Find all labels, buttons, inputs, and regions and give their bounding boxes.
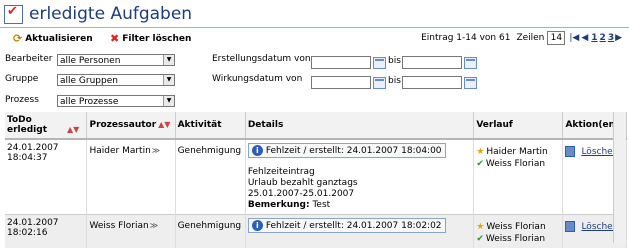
rows-label: Zeilen [516, 33, 544, 43]
details-header-label: Details [248, 120, 283, 130]
column-header-verlauf: Verlauf [474, 112, 563, 139]
detail-title: Fehlzeit / erstellt: 24.01.2007 18:04:00 [266, 146, 442, 156]
verlauf-header-label: Verlauf [476, 120, 513, 130]
autor-cell: Haider Martin≫ [87, 139, 175, 215]
detail-title: Fehlzeit / erstellt: 24.01.2007 18:02:02 [266, 221, 442, 231]
todo-time: 18:02:16 [7, 228, 84, 238]
sort-icon[interactable]: ▲▼ [67, 125, 79, 134]
todo-cell: 24.01.2007 18:04:37 [5, 139, 87, 215]
info-icon: i [252, 220, 263, 231]
bearbeiter-value: alle Personen [60, 56, 120, 66]
column-header-autor[interactable]: Prozessautor▲▼ [87, 112, 175, 139]
star-icon: ★ [476, 222, 484, 232]
details-cell: iFehlzeit / erstellt: 24.01.2007 18:04:0… [245, 139, 473, 215]
vertical-scrollbar[interactable] [613, 112, 626, 243]
clear-filter-label: Filter löschen [122, 34, 191, 44]
refresh-icon: ⟳ [13, 32, 22, 45]
clear-filter-button[interactable]: ✖ Filter löschen [110, 32, 191, 45]
verlauf-person: Weiss Florian [486, 222, 545, 232]
column-header-details: Details [245, 112, 473, 139]
chevron-down-icon: ▼ [163, 75, 174, 85]
erstellungsdatum-to-input[interactable] [402, 56, 462, 69]
page-link-2[interactable]: 2 [600, 33, 606, 43]
close-icon: ✖ [110, 32, 119, 45]
calendar-icon[interactable] [464, 77, 477, 89]
star-icon: ★ [476, 147, 484, 157]
detail-line: Urlaub bezahlt ganztags [248, 178, 471, 189]
table-row: 24.01.2007 18:04:37 Haider Martin≫ Geneh… [5, 139, 627, 215]
rows-per-page-input[interactable]: 14 [547, 31, 565, 45]
calendar-icon[interactable] [373, 57, 386, 69]
verlauf-person: Haider Martin [486, 147, 547, 157]
trash-icon[interactable] [565, 146, 575, 157]
erstellungsdatum-from-input[interactable] [311, 56, 371, 69]
page-title: erledigte Aufgaben [29, 4, 192, 24]
page-link-3[interactable]: 3 [608, 33, 614, 43]
info-icon: i [252, 145, 263, 156]
sort-icon[interactable]: ▲▼ [158, 120, 170, 129]
detail-line: Fehlzeiteintrag [248, 167, 471, 178]
chevron-down-icon[interactable]: ≫ [150, 221, 158, 230]
todo-date: 24.01.2007 [7, 143, 84, 153]
aktivitaet-header-label: Aktivität [178, 120, 222, 130]
detail-title-box[interactable]: iFehlzeit / erstellt: 24.01.2007 18:04:0… [248, 143, 446, 158]
next-page-icon[interactable]: ▶ [615, 33, 622, 43]
autor-name: Haider Martin [89, 146, 150, 156]
aktivitaet-value: Genehmigung [178, 146, 242, 156]
wirkungsdatum-label: Wirkungsdatum von [212, 74, 302, 84]
detail-title-box[interactable]: iFehlzeit / erstellt: 24.01.2007 18:02:0… [248, 218, 446, 233]
bearbeiter-label: Bearbeiter [5, 54, 52, 64]
verlauf-person: Weiss Florian [486, 159, 545, 169]
aktion-header-label: Aktion(en) [565, 120, 619, 130]
checkmark-icon: ✔ [476, 159, 484, 169]
column-header-aktivitaet: Aktivität [175, 112, 245, 139]
toolbar: ⟳ Aktualisieren ✖ Filter löschen Eintrag… [0, 30, 629, 48]
tasks-table: ToDo erledigt▲▼ Prozessautor▲▼ Aktivität… [5, 112, 627, 248]
wirkungsdatum-from-input[interactable] [311, 76, 371, 89]
erstellungsdatum-bis-label: bis [388, 56, 401, 66]
pager-range: Eintrag 1-14 von 61 [421, 33, 510, 43]
prev-page-icon[interactable]: ◀ [581, 33, 588, 43]
bemerkung-value: Test [312, 200, 330, 210]
todo-time: 18:04:37 [7, 153, 84, 163]
calendar-icon[interactable] [373, 77, 386, 89]
todo-header-label: ToDo erledigt [7, 115, 65, 135]
todo-date: 24.01.2007 [7, 218, 84, 228]
verlauf-cell: ★Haider Martin ✔Weiss Florian [474, 139, 563, 215]
task-check-icon [4, 5, 23, 24]
refresh-button[interactable]: ⟳ Aktualisieren [13, 32, 93, 45]
gruppe-select[interactable]: alle Gruppen ▼ [57, 74, 175, 86]
prozess-label: Prozess [5, 95, 39, 105]
chevron-down-icon[interactable]: ≫ [152, 146, 160, 155]
bearbeiter-select[interactable]: alle Personen ▼ [57, 54, 175, 66]
aktivitaet-cell: Genehmigung [175, 139, 245, 215]
gruppe-label: Gruppe [5, 74, 38, 84]
calendar-icon[interactable] [464, 57, 477, 69]
pager: Eintrag 1-14 von 61 Zeilen 14 |◀ ◀ 1 2 3… [421, 31, 623, 45]
table-header-row: ToDo erledigt▲▼ Prozessautor▲▼ Aktivität… [5, 112, 627, 139]
title-divider [0, 27, 629, 28]
wirkungsdatum-bis-label: bis [388, 76, 401, 86]
erstellungsdatum-label: Erstellungsdatum von [212, 54, 311, 64]
autor-name: Weiss Florian [89, 221, 148, 231]
bemerkung-label: Bemerkung: [248, 200, 310, 210]
chevron-down-icon: ▼ [163, 55, 174, 65]
aktivitaet-value: Genehmigung [178, 221, 242, 231]
chevron-down-icon: ▼ [163, 96, 174, 106]
prozess-select[interactable]: alle Prozesse ▼ [57, 95, 175, 107]
column-header-todo[interactable]: ToDo erledigt▲▼ [5, 112, 87, 139]
wirkungsdatum-to-input[interactable] [402, 76, 462, 89]
first-page-icon[interactable]: |◀ [569, 33, 579, 43]
page-header: erledigte Aufgaben [4, 3, 192, 25]
prozess-value: alle Prozesse [60, 97, 118, 107]
detail-line: 25.01.2007-25.01.2007 [248, 189, 471, 200]
refresh-label: Aktualisieren [25, 34, 92, 44]
autor-header-label: Prozessautor [89, 120, 156, 130]
page-link-1[interactable]: 1 [591, 33, 597, 43]
trash-icon[interactable] [565, 221, 575, 232]
gruppe-value: alle Gruppen [60, 76, 118, 86]
